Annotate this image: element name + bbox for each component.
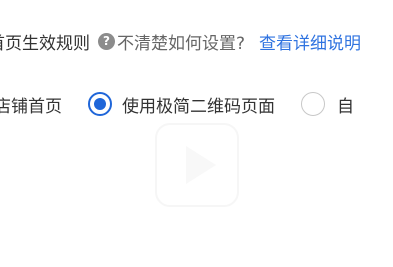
homepage-rule-row: 首页生效规则 ? 不清楚如何设置? 查看详细说明 (0, 28, 361, 54)
settings-panel: 首页生效规则 ? 不清楚如何设置? 查看详细说明 店铺首页 使用极简二维码页面 … (0, 0, 393, 267)
radio-minimal-qr-page[interactable] (88, 92, 112, 116)
homepage-rule-label: 首页生效规则 (0, 33, 90, 54)
radio-label-minimal-qr-page[interactable]: 使用极简二维码页面 (122, 92, 275, 117)
radio-label-option-3[interactable]: 自 (337, 92, 354, 117)
view-details-link[interactable]: 查看详细说明 (259, 29, 361, 54)
radio-label-store-homepage[interactable]: 店铺首页 (0, 92, 62, 117)
faint-watermark-icon (155, 123, 239, 207)
homepage-radio-group: 店铺首页 使用极简二维码页面 自 (0, 90, 354, 118)
help-text: 不清楚如何设置? (117, 33, 246, 54)
radio-option-3[interactable] (301, 92, 325, 116)
question-circle-icon[interactable]: ? (98, 32, 115, 50)
